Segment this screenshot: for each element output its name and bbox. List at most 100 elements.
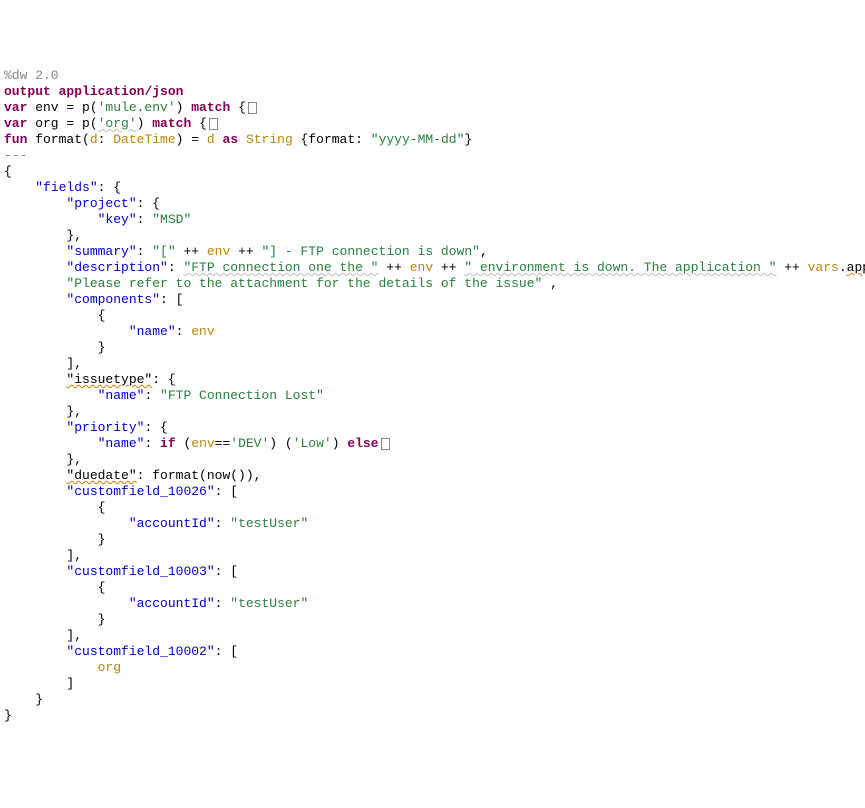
property-key-token: "priority" [66,420,144,435]
string-token: "FTP Connection Lost" [160,388,324,403]
string-token: "testUser" [230,516,308,531]
text-token [4,436,98,451]
text-token [4,468,66,483]
code-line: { [4,580,861,596]
string-token: "] - FTP connection is down" [262,244,480,259]
code-line: }, [4,452,861,468]
code-line: "duedate": format(now()), [4,468,861,484]
code-line: fun format(d: DateTime) = d as String {f… [4,132,861,148]
text-token: { [191,116,207,131]
keyword-token: if [160,436,176,451]
text-token [4,596,129,611]
text-token: ], [4,356,82,371]
string-token: 'org' [98,116,137,131]
text-token [4,516,129,531]
property-key-token: "customfield_10003" [66,564,214,579]
text-token: ], [4,628,82,643]
text-token: ) [137,116,153,131]
text-token: org = p( [27,116,97,131]
code-line: "name": env [4,324,861,340]
identifier-token: String [246,132,293,147]
identifier-token: vars [808,260,839,275]
property-key-token: "accountId" [129,596,215,611]
warning-token: "issuetype" [66,372,152,387]
collapsed-fold-marker[interactable] [381,438,390,450]
text-token: : { [152,372,175,387]
warning-token: "duedate" [66,468,136,483]
code-editor-viewport[interactable]: %dw 2.0output application/jsonvar env = … [4,68,861,724]
text-token [4,196,66,211]
code-line: ], [4,548,861,564]
text-token: ++ [433,260,464,275]
string-token: 'mule.env' [98,100,176,115]
text-token: }, [4,404,82,419]
code-line: "accountId": "testUser" [4,596,861,612]
string-token: "testUser" [230,596,308,611]
text-token: : [176,324,192,339]
keyword-token: as [223,132,239,147]
code-line: "name": if (env=='DEV') ('Low') else [4,436,861,452]
text-token: ) = [176,132,207,147]
text-token: . [839,260,847,275]
keyword-token: application/json [59,84,184,99]
text-token: : [137,244,153,259]
string-token: "MSD" [152,212,191,227]
text-token: ++ [230,244,261,259]
keyword-token: match [191,100,230,115]
code-line: "description": "FTP connection one the "… [4,260,861,276]
string-token: 'DEV' [230,436,269,451]
text-token: } [4,532,105,547]
text-token: {format: [293,132,371,147]
code-line: { [4,164,861,180]
text-token: ) [332,436,348,451]
text-token [4,420,66,435]
text-token: == [215,436,231,451]
text-token [4,180,35,195]
text-token [4,564,66,579]
identifier-token: d [90,132,98,147]
text-token: : [144,436,160,451]
code-line: "name": "FTP Connection Lost" [4,388,861,404]
text-token [215,132,223,147]
code-line: { [4,308,861,324]
text-token: { [4,164,12,179]
text-token: env = p( [27,100,97,115]
text-token [4,324,129,339]
code-line: output application/json [4,84,861,100]
text-token [4,372,66,387]
text-token: : [ [160,292,183,307]
text-token: ) ( [269,436,292,451]
text-token: : { [137,196,160,211]
property-key-token: "description" [66,260,167,275]
directive-token: %dw 2.0 [4,68,59,83]
code-line: var env = p('mule.env') match { [4,100,861,116]
property-key-token: "components" [66,292,160,307]
text-token: { [4,500,105,515]
code-line: "project": { [4,196,861,212]
collapsed-fold-marker[interactable] [209,118,218,130]
code-line: } [4,692,861,708]
identifier-token: d [207,132,215,147]
text-token [238,132,246,147]
text-token: : [215,516,231,531]
keyword-token: else [347,436,378,451]
property-key-token: "fields" [35,180,97,195]
keyword-token: output [4,84,51,99]
text-token: : [137,212,153,227]
code-line: "customfield_10003": [ [4,564,861,580]
keyword-token: fun [4,132,27,147]
code-line: { [4,500,861,516]
code-line: ] [4,676,861,692]
text-token: : [ [215,564,238,579]
identifier-token: org [98,660,121,675]
collapsed-fold-marker[interactable] [248,102,257,114]
property-key-token: "project" [66,196,136,211]
text-token: : { [144,420,167,435]
string-token: "[" [152,244,175,259]
code-line: "key": "MSD" [4,212,861,228]
text-token: ] [4,676,74,691]
text-token: } [4,612,105,627]
string-token: "Please refer to the attachment for the … [66,276,542,291]
directive-token: --- [4,148,27,163]
code-line: } [4,340,861,356]
